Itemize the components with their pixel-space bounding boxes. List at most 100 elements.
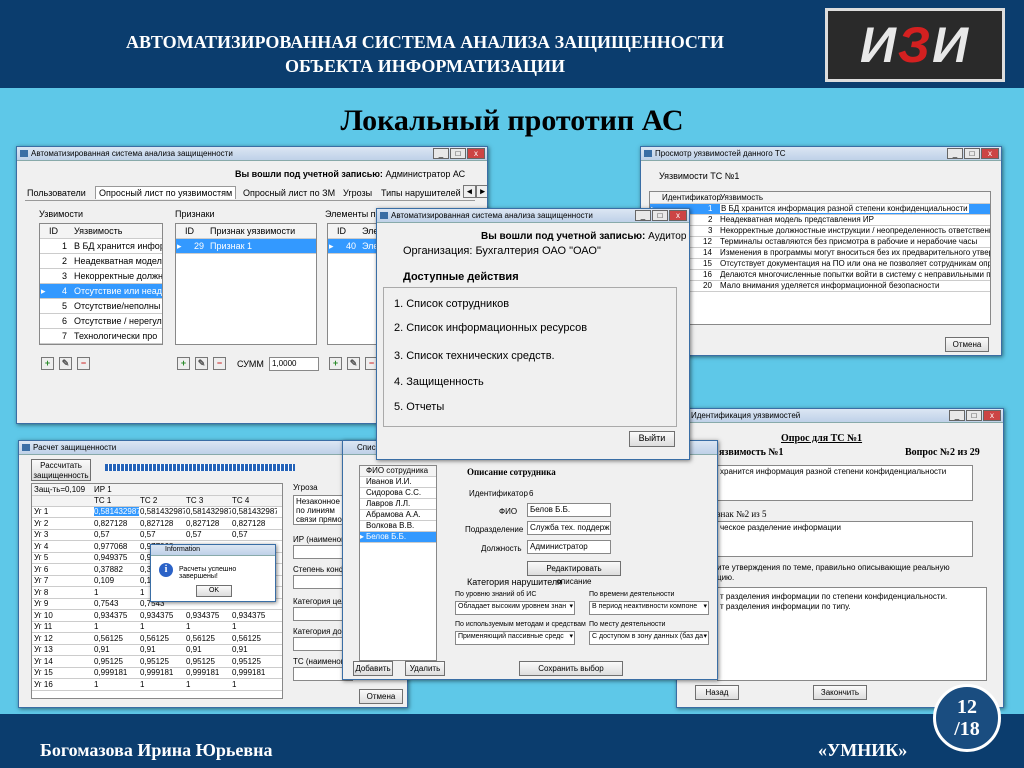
cancel-button[interactable]: Отмена xyxy=(945,337,989,352)
table-row[interactable]: 3 Некорректные должн xyxy=(40,269,162,284)
place-select[interactable]: С доступом в зону данных (баз да ▾ xyxy=(589,631,709,645)
list-item[interactable]: Абрамова А.А. xyxy=(360,510,436,521)
maximize-button[interactable]: □ xyxy=(966,410,982,421)
minimize-button[interactable]: _ xyxy=(433,148,449,159)
add-element-icon[interactable]: + xyxy=(329,357,342,370)
close-button[interactable]: x xyxy=(669,210,687,221)
minimize-button[interactable]: _ xyxy=(635,210,651,221)
close-button[interactable]: x xyxy=(467,148,485,159)
maximize-button[interactable]: □ xyxy=(964,148,980,159)
sign-text[interactable]: ческое разделение информации xyxy=(717,521,973,557)
table-row[interactable]: 2 Неадекватная модел xyxy=(40,254,162,269)
list-item-selected[interactable]: ▸ Белов Б.Б. xyxy=(360,532,436,543)
table-row-selected[interactable]: ▸1В БД хранится информация разной степен… xyxy=(650,204,990,215)
tab-vuln-questionnaire[interactable]: Опросный лист по уязвимостям xyxy=(95,186,237,199)
cell-value: 0,977068 xyxy=(94,541,128,551)
table-row[interactable]: Уг 11 1 1 1 1 xyxy=(32,622,282,633)
delete-sign-icon[interactable]: − xyxy=(213,357,226,370)
knowledge-select[interactable]: Обладает высоким уровнем знан ▾ xyxy=(455,601,575,615)
exit-button[interactable]: Выйти xyxy=(629,431,675,447)
login-status: Вы вошли под учетной записью: Администра… xyxy=(235,169,465,179)
time-select[interactable]: В период неактивности компоне ▾ xyxy=(589,601,709,615)
edit-vuln-icon[interactable]: ✎ xyxy=(59,357,72,370)
table-row[interactable]: 5 Отсутствие/неполны xyxy=(40,299,162,314)
position-field[interactable]: Администратор xyxy=(527,540,611,554)
edit-description-button[interactable]: Редактировать описание xyxy=(527,561,621,586)
sum-input[interactable]: 1,0000 xyxy=(269,357,319,371)
edit-element-icon[interactable]: ✎ xyxy=(347,357,360,370)
table-row-selected[interactable]: ▸ 4 Отсутствие или неад xyxy=(40,284,162,299)
table-row[interactable]: 16 Делаются многочисленные попытки войти … xyxy=(650,270,990,281)
close-button[interactable]: x xyxy=(983,410,1001,421)
employee-name: Иванов И.И. xyxy=(366,477,412,486)
close-button[interactable]: x xyxy=(981,148,999,159)
action-tech-link[interactable]: 3. Список технических средств. xyxy=(394,350,555,362)
finish-button[interactable]: Закончить xyxy=(813,685,867,700)
table-row[interactable]: Уг 13 0,91 0,91 0,91 0,91 xyxy=(32,645,282,656)
methods-value: Применяющий пассивные средс xyxy=(458,633,564,640)
list-item[interactable]: Волкова В.В. xyxy=(360,521,436,532)
login-user: Аудитор xyxy=(648,231,687,242)
table-row[interactable]: Уг 12 0,56125 0,56125 0,56125 0,56125 xyxy=(32,634,282,645)
vuln-text[interactable]: хранится информация разной степени конфи… xyxy=(717,465,973,501)
vuln-view-window: Просмотр уязвимостей данного ТС _ □ x Уя… xyxy=(640,146,1002,356)
tab-users[interactable]: Пользователи xyxy=(27,188,86,198)
table-row[interactable]: Уг 15 0,999181 0,999181 0,999181 0,999181 xyxy=(32,668,282,679)
table-row[interactable]: 15 Отсутствует документация на ПО или она… xyxy=(650,259,990,270)
action-reports-link[interactable]: 5. Отчеты xyxy=(394,401,444,413)
cancel-button[interactable]: Отмена xyxy=(359,689,403,704)
table-row[interactable]: 20 Мало внимания уделяется информационной… xyxy=(650,281,990,292)
tab-violator-types[interactable]: Типы нарушителей xyxy=(381,188,463,198)
option-1[interactable]: т разделения информации по степени конфи… xyxy=(720,592,947,601)
footer-author: Богомазова Ирина Юрьевна xyxy=(40,740,273,760)
delete-vuln-icon[interactable]: − xyxy=(77,357,90,370)
option-2[interactable]: т разделения информации по типу. xyxy=(720,602,851,611)
maximize-button[interactable]: □ xyxy=(450,148,466,159)
table-row[interactable]: Уг 16 1 1 1 1 xyxy=(32,680,282,691)
ok-button[interactable]: OK xyxy=(196,585,232,597)
action-security-link[interactable]: 4. Защищенность xyxy=(394,376,484,388)
back-button[interactable]: Назад xyxy=(695,685,739,700)
table-row[interactable]: Уг 10 0,934375 0,934375 0,934375 0,934375 xyxy=(32,611,282,622)
add-vuln-icon[interactable]: + xyxy=(41,357,54,370)
footer-brand: «УМНИК» xyxy=(818,740,908,760)
table-row[interactable]: 2 Неадекватная модель представления ИР xyxy=(650,215,990,226)
table-row[interactable]: Уг 2 0,827128 0,827128 0,827128 0,827128 xyxy=(32,519,282,530)
table-row[interactable]: 1 В БД хранится инфор xyxy=(40,239,162,254)
edit-sign-icon[interactable]: ✎ xyxy=(195,357,208,370)
list-item[interactable]: Сидорова С.С. xyxy=(360,488,436,499)
table-row-selected[interactable]: ▸ 29 Признак 1 xyxy=(176,239,316,254)
col-header-vuln: Уязвимость xyxy=(74,226,123,236)
table-row[interactable]: Уг 10,58143298790,58143298790,5814329879… xyxy=(32,507,282,518)
save-category-button[interactable]: Сохранить выбор категории xyxy=(519,661,623,679)
table-row[interactable]: Уг 14 0,95125 0,95125 0,95125 0,95125 xyxy=(32,657,282,668)
add-sign-icon[interactable]: + xyxy=(177,357,190,370)
cell-id: 1 xyxy=(708,204,713,213)
table-row[interactable]: 7 Технологически про xyxy=(40,329,162,344)
action-resources-link[interactable]: 2. Список информационных ресурсов xyxy=(394,322,587,334)
table-row[interactable]: 14 Изменения в программы могут вноситься … xyxy=(650,248,990,259)
action-employees-link[interactable]: 1. Список сотрудников xyxy=(394,298,509,310)
calculate-button[interactable]: Рассчитать защищенность xyxy=(31,459,91,481)
table-row[interactable]: Уг 3 0,57 0,57 0,57 0,57 xyxy=(32,530,282,541)
dept-field[interactable]: Служба тех. поддержки xyxy=(527,521,611,535)
logo-letter-1: И xyxy=(859,17,898,73)
add-button[interactable]: Добавить xyxy=(353,661,393,676)
tab-scroll-left-icon[interactable]: ◂ xyxy=(463,185,476,198)
list-item[interactable]: Лавров Л.Л. xyxy=(360,499,436,510)
cell-value: 0,934375 xyxy=(186,610,220,620)
minimize-button[interactable]: _ xyxy=(949,410,965,421)
tab-scroll-right-icon[interactable]: ▸ xyxy=(476,185,487,198)
table-row[interactable]: 12 Терминалы оставляются без присмотра в … xyxy=(650,237,990,248)
maximize-button[interactable]: □ xyxy=(652,210,668,221)
tab-zm-questionnaire[interactable]: Опросный лист по ЗМ xyxy=(243,188,335,198)
minimize-button[interactable]: _ xyxy=(947,148,963,159)
delete-button[interactable]: Удалить xyxy=(405,661,445,676)
list-item[interactable]: Иванов И.И. xyxy=(360,477,436,488)
table-row-selected[interactable]: ▸ 40 Эле xyxy=(328,239,376,254)
table-row[interactable]: 3 Некорректные должностные инструкции / н… xyxy=(650,226,990,237)
tab-threats[interactable]: Угрозы xyxy=(343,188,372,198)
fio-field[interactable]: Белов Б.Б. xyxy=(527,503,611,517)
table-row[interactable]: 6 Отсутствие / нерегул xyxy=(40,314,162,329)
methods-select[interactable]: Применяющий пассивные средс ▾ xyxy=(455,631,575,645)
